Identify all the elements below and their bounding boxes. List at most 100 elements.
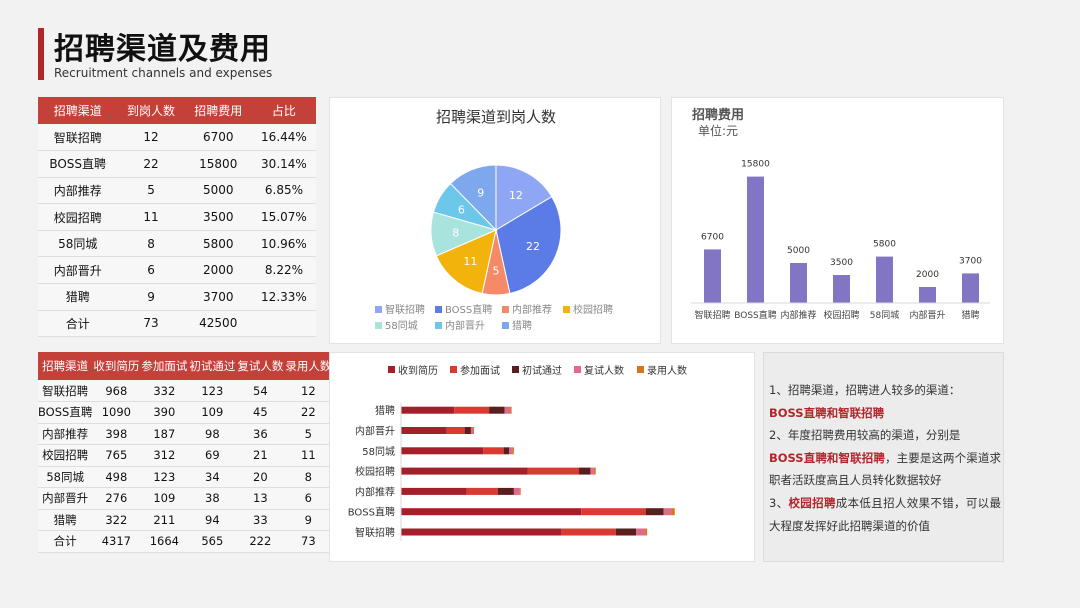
funnel-table-row: BOSS直聘 1090 390 109 45 22 [38,401,333,424]
funnel-table: 招聘渠道 收到简历 参加面试 初试通过 复试人数 录用人数 智联招聘 968 332 123 54… [38,352,333,553]
cost-table-cell: 5000 [184,177,252,205]
pie-legend-label: 智联招聘 [385,303,425,316]
funnel-table-cell: 20 [236,466,285,488]
funnel-table-cell: 390 [140,401,189,424]
page-subtitle: Recruitment channels and expenses [54,66,273,80]
cost-table-cell: 3700 [184,283,252,311]
cost-category-label: 智联招聘 [694,309,730,321]
funnel-category-label: 智联招聘 [355,526,395,539]
cost-table-cell: 6.85% [251,177,316,205]
funnel-table-cell: 21 [236,444,285,467]
funnel-table-cell: 5 [284,423,333,445]
cost-table-cell: 3500 [184,203,252,231]
funnel-table-cell: 58同城 [38,466,93,488]
funnel-bar-segment [512,447,514,455]
pie-slice-label: 5 [493,264,500,277]
summary-p3-highlight: 校园招聘 [788,495,836,510]
funnel-table-header-cell: 招聘渠道 [38,352,93,380]
funnel-table-row: 猎聘 322 211 94 33 9 [38,509,333,531]
pie-legend-label: 内部推荐 [512,303,552,316]
funnel-bar-segment [579,467,591,475]
cost-table-cell: 8 [117,230,185,258]
pie-slice-label: 8 [452,227,459,240]
funnel-legend-swatch [574,366,581,373]
cost-table-cell: 15800 [184,150,252,178]
cost-table-row: 校园招聘 11 3500 15.07% [38,203,316,231]
funnel-table-cell: 398 [92,423,141,445]
funnel-table-cell: 内部推荐 [38,423,93,445]
cost-bar [833,275,850,303]
funnel-bar-segment [636,528,646,536]
page-title: 招聘渠道及费用 [54,32,271,67]
cost-bar [790,263,807,303]
funnel-bar-segment [401,467,528,475]
funnel-table-cell: 36 [236,423,285,445]
funnel-table-cell: 54 [236,380,285,402]
summary-p2-highlight: BOSS直聘和智联招聘 [769,450,885,465]
funnel-stacked-bar-chart: 收到简历 参加面试 初试通过 复试人数 录用人数智联招聘 BOSS直聘 内部推荐 校园招聘 58… [348,364,687,541]
funnel-table-cell: 智联招聘 [38,380,93,402]
cost-table-header-cell: 到岗人数 [117,97,185,124]
funnel-table-header-cell: 参加面试 [140,352,189,380]
pie-legend-label: 内部晋升 [445,319,485,332]
funnel-table-cell: 765 [92,444,141,467]
summary-point-2: 2、年度招聘费用较高的渠道，分别是 BOSS直聘和智联招聘，主要是这两个渠道求职… [769,424,1001,492]
funnel-bar-segment [590,467,594,475]
cost-bar-value: 2000 [916,270,939,280]
funnel-bar-segment [593,467,596,475]
cost-table-cell: 12.33% [251,283,316,311]
funnel-chart-panel: 收到简历 参加面试 初试通过 复试人数 录用人数 智联招聘 BOSS直聘 内部推荐 校园招聘 58… [329,352,755,562]
summary-point-3: 3、校园招聘成本低且招人效果不错，可以最大程度发挥好此招聘渠道的价值 [769,492,1001,537]
cost-table: 招聘渠道 到岗人数 招聘费用 占比 智联招聘 12 6700 16.44% BOSS直聘 22 1… [38,97,316,338]
pie-legend-label: BOSS直聘 [445,303,492,316]
funnel-legend-swatch [512,366,519,373]
funnel-table-header-cell: 初试通过 [188,352,237,380]
cost-category-label: 内部推荐 [780,309,816,321]
funnel-bar-segment [527,467,580,475]
funnel-table-header: 招聘渠道 收到简历 参加面试 初试通过 复试人数 录用人数 [38,352,333,380]
pie-legend-swatch [435,306,442,313]
funnel-bar-segment [470,427,474,434]
pie-legend-label: 校园招聘 [573,303,613,316]
pie-slice-label: 12 [509,189,523,202]
cost-table-cell: 猎聘 [38,283,118,311]
funnel-category-label: BOSS直聘 [348,506,395,519]
funnel-bar-segment [519,487,521,495]
funnel-table-cell: 34 [188,466,237,488]
funnel-table-cell: 312 [140,444,189,467]
funnel-bar-segment [454,406,490,414]
funnel-table-cell: 73 [284,530,333,553]
pie-slice-label: 9 [477,187,484,200]
cost-bar-value: 5800 [873,240,896,250]
cost-bar [704,249,721,303]
cost-table-cell: 合计 [38,310,118,338]
summary-p1-highlight: BOSS直聘和智联招聘 [769,405,885,420]
cost-category-label: 校园招聘 [823,309,859,321]
cost-table-cell: 9 [117,283,185,311]
cost-table-cell: 12 [117,124,185,152]
funnel-legend-label: 收到简历 [398,364,438,377]
pie-legend-swatch [435,322,442,329]
cost-table-header-cell: 招聘费用 [184,97,252,124]
funnel-table-cell: 211 [140,509,189,531]
funnel-table-cell: 123 [188,380,237,402]
funnel-bar-segment [483,447,504,455]
funnel-table-cell: 45 [236,401,285,424]
cost-chart-panel: 招聘费用 单位:元 6700 智联招聘 15800 BOSS直聘 5000 内部推荐 3500 校… [671,97,1004,344]
funnel-bar-segment [401,406,455,414]
funnel-bar-segment [581,508,646,516]
funnel-table-cell: 13 [236,487,285,510]
funnel-category-label: 内部晋升 [355,425,395,438]
funnel-bar-segment [401,427,447,434]
summary-panel: 1、招聘渠道，招聘进人较多的渠道： BOSS直聘和智联招聘 2、年度招聘费用较高… [763,352,1004,562]
cost-category-label: 内部晋升 [909,309,945,321]
funnel-table-cell: 9 [284,509,333,531]
funnel-category-label: 58同城 [362,446,395,458]
cost-bar [876,256,893,303]
funnel-table-row: 智联招聘 968 332 123 54 12 [38,380,333,402]
funnel-legend-swatch [637,366,644,373]
cost-table-cell: 16.44% [251,124,316,152]
cost-table-cell: 73 [117,310,185,338]
cost-bar-value: 6700 [701,232,724,242]
funnel-bar-segment [645,508,664,516]
